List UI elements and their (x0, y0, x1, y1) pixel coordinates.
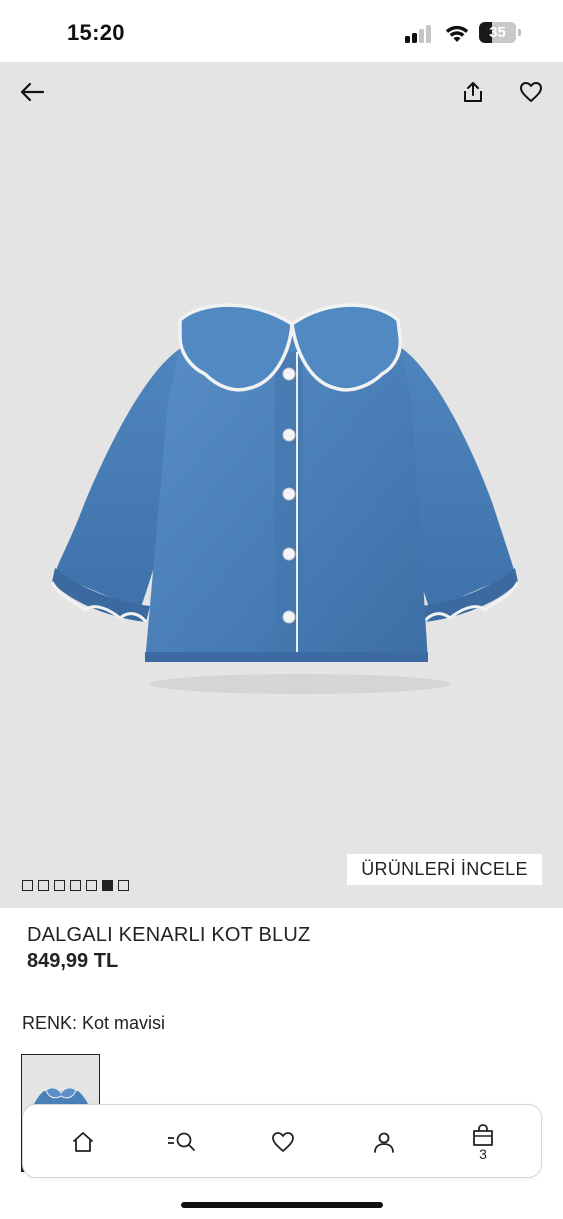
nav-account[interactable] (354, 1105, 414, 1179)
product-title: DALGALI KENARLI KOT BLUZ (27, 924, 311, 946)
color-label: RENK: Kot mavisi (22, 1013, 166, 1033)
share-icon (464, 82, 482, 102)
carousel-dot[interactable] (38, 880, 49, 891)
carousel-dot[interactable] (102, 880, 113, 891)
shopping-bag-icon (473, 1123, 493, 1146)
nav-search[interactable] (153, 1105, 213, 1179)
search-icon (168, 1132, 195, 1151)
battery-level: 35 (489, 24, 506, 41)
carousel-dot[interactable] (86, 880, 97, 891)
nav-favorites[interactable] (253, 1105, 313, 1179)
bottom-navigation: 3 (22, 1104, 542, 1178)
status-time: 15:20 (67, 20, 125, 45)
favorite-button[interactable] (511, 72, 551, 112)
home-indicator[interactable] (181, 1202, 383, 1208)
arrow-left-icon (20, 82, 45, 102)
bag-count-badge: 3 (479, 1145, 487, 1162)
carousel-dot[interactable] (118, 880, 129, 891)
carousel-dot[interactable] (70, 880, 81, 891)
product-price: 849,99 TL (27, 950, 119, 972)
wifi-icon (444, 22, 470, 44)
product-image-carousel[interactable]: ÜRÜNLERİ İNCELE (0, 62, 563, 908)
explore-products-button[interactable]: ÜRÜNLERİ İNCELE (347, 854, 542, 885)
back-button[interactable] (12, 72, 52, 112)
share-button[interactable] (453, 72, 493, 112)
carousel-indicator (22, 880, 129, 892)
home-icon (73, 1132, 93, 1152)
product-image (50, 303, 520, 694)
heart-icon (272, 1132, 294, 1152)
carousel-dot[interactable] (54, 880, 65, 891)
status-bar: 15:20 35 (0, 0, 563, 62)
cellular-signal-icon (405, 25, 435, 43)
nav-bag[interactable]: 3 (453, 1105, 513, 1179)
nav-home[interactable] (53, 1105, 113, 1179)
heart-icon (520, 82, 542, 102)
battery-icon: 35 (479, 22, 521, 44)
user-icon (374, 1132, 394, 1153)
carousel-dot[interactable] (22, 880, 33, 891)
